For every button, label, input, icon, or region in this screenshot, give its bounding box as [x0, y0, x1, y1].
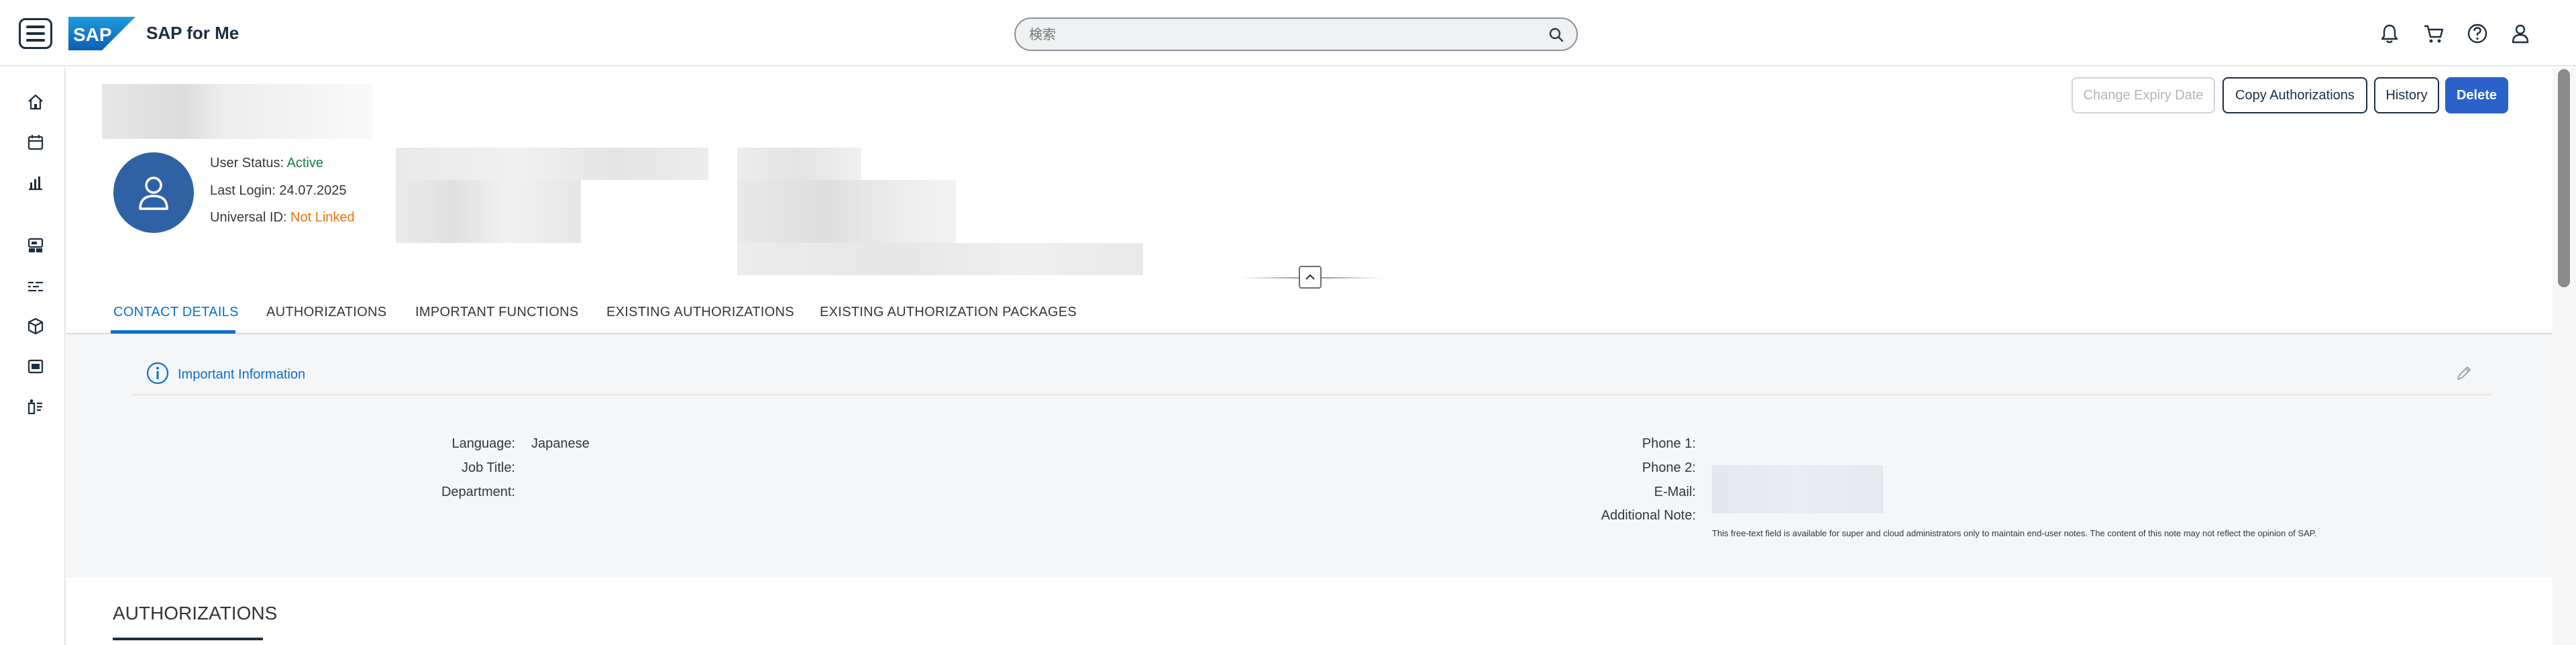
phone2-label: Phone 2: [1642, 460, 1696, 475]
language-label: Language: [451, 436, 515, 451]
cart-icon[interactable] [2422, 22, 2445, 45]
package-icon[interactable] [27, 317, 44, 335]
avatar [113, 152, 194, 233]
calendar-icon[interactable] [27, 134, 44, 151]
bell-icon[interactable] [2378, 22, 2401, 45]
blurred-details-2b [737, 180, 956, 243]
tab-bar: CONTACT DETAILS AUTHORIZATIONS IMPORTANT… [66, 295, 2553, 334]
change-expiry-date-button[interactable]: Change Expiry Date [2072, 77, 2215, 113]
job-title-label: Job Title: [461, 460, 515, 475]
search-input[interactable] [1029, 26, 1539, 44]
last-login-label: Last Login: [210, 183, 276, 198]
email-label: E-Mail: [1654, 485, 1696, 499]
bar-chart-icon[interactable] [27, 174, 44, 191]
additional-note-label: Additional Note: [1601, 508, 1696, 523]
user-icon[interactable] [2509, 22, 2532, 45]
blurred-email-value [1712, 465, 1883, 513]
collapse-header-button[interactable] [1299, 266, 1322, 289]
shell-header: SAP SAP for Me [0, 0, 2576, 66]
dashboard-icon[interactable] [27, 237, 44, 254]
blurred-details-2c [737, 243, 1143, 275]
active-tab-indicator [111, 330, 235, 334]
section-title: AUTHORIZATIONS [113, 603, 278, 624]
universal-id-value[interactable]: Not Linked [290, 210, 355, 225]
last-login-value: 24.07.2025 [279, 183, 347, 198]
search-icon[interactable] [1548, 27, 1564, 43]
universal-id: Universal ID: Not Linked [210, 210, 355, 226]
menu-icon-bar [26, 39, 45, 42]
language-value: Japanese [531, 436, 590, 451]
tab-existing-authorizations[interactable]: EXISTING AUTHORIZATIONS [606, 305, 794, 320]
user-status-label: User Status: [210, 156, 284, 170]
product-icon[interactable] [27, 398, 44, 415]
menu-button[interactable] [19, 18, 52, 49]
tab-existing-authorization-packages[interactable]: EXISTING AUTHORIZATION PACKAGES [820, 305, 1077, 320]
last-login: Last Login: 24.07.2025 [210, 183, 347, 199]
blurred-details-1 [396, 148, 708, 180]
history-button[interactable]: History [2374, 77, 2439, 113]
tab-important-functions[interactable]: IMPORTANT FUNCTIONS [415, 305, 578, 320]
tab-contact-details[interactable]: CONTACT DETAILS [113, 305, 239, 320]
help-icon[interactable] [2466, 22, 2489, 45]
copy-authorizations-button[interactable]: Copy Authorizations [2222, 77, 2367, 113]
blurred-details-1b [396, 180, 581, 243]
timeline-icon[interactable] [27, 277, 44, 295]
user-status: User Status: Active [210, 156, 323, 171]
user-status-value: Active [286, 156, 323, 170]
svg-text:SAP: SAP [73, 24, 112, 45]
home-icon[interactable] [27, 93, 44, 111]
section-title-underline [113, 638, 263, 640]
tab-authorizations[interactable]: AUTHORIZATIONS [266, 305, 386, 320]
screen-icon[interactable] [27, 358, 44, 375]
scrollbar[interactable] [2553, 68, 2576, 645]
search-bar[interactable] [1014, 17, 1578, 51]
menu-icon-bar [26, 26, 45, 28]
blurred-details-2 [737, 148, 861, 180]
sap-logo[interactable]: SAP [68, 17, 136, 50]
department-label: Department: [441, 485, 515, 499]
scrollbar-thumb[interactable] [2558, 69, 2570, 287]
app-title: SAP for Me [146, 23, 239, 43]
person-icon [139, 177, 168, 210]
important-information-link[interactable]: Important Information [178, 367, 305, 383]
phone1-label: Phone 1: [1642, 436, 1696, 451]
menu-icon-bar [26, 32, 45, 35]
side-navigation [0, 68, 66, 645]
chevron-up-icon [1305, 274, 1315, 280]
info-icon [146, 362, 169, 385]
additional-note-hint: This free-text field is available for su… [1712, 528, 2317, 538]
edit-icon[interactable] [2455, 364, 2473, 383]
delete-button[interactable]: Delete [2445, 77, 2508, 113]
universal-id-label: Universal ID: [210, 210, 287, 225]
important-information-row [132, 356, 2491, 395]
blurred-user-name [102, 84, 373, 139]
